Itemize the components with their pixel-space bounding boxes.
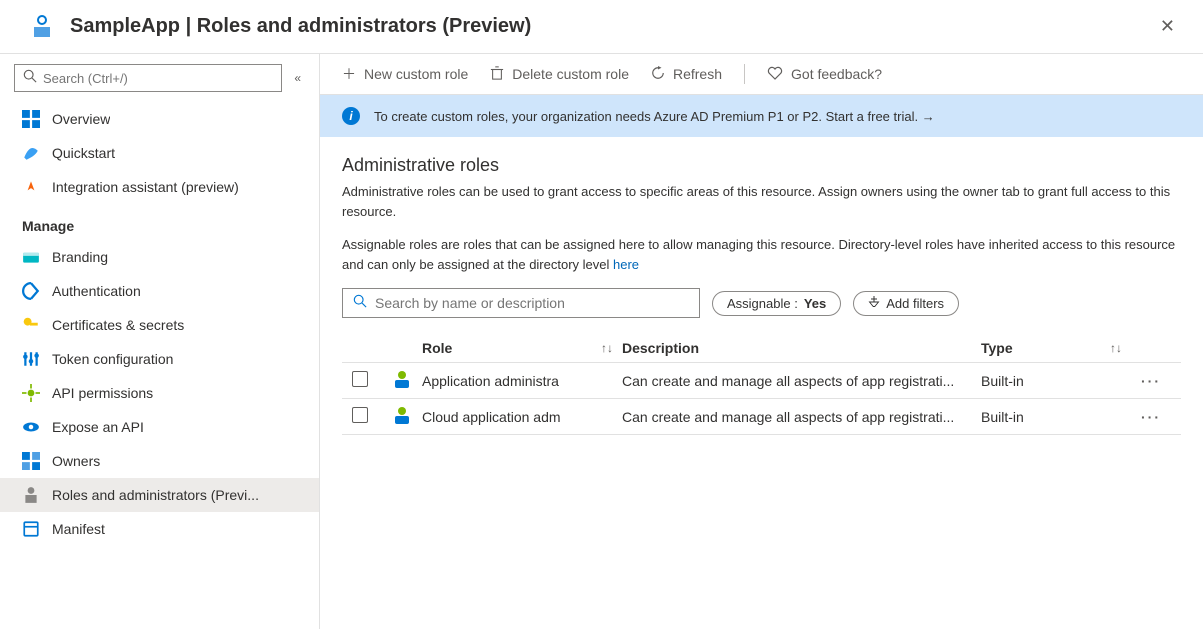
col-desc-header[interactable]: Description [622, 340, 699, 356]
main-content: ＋ New custom role Delete custom role Ref… [320, 54, 1203, 629]
sidebar-item-certificates[interactable]: Certificates & secrets [0, 308, 319, 342]
roles-grid: Role ↑↓ Description Type ↑↓ Application … [342, 334, 1181, 435]
row-checkbox[interactable] [352, 407, 368, 423]
refresh-icon [651, 66, 665, 83]
nav-label: API permissions [52, 385, 153, 401]
role-search[interactable] [342, 288, 700, 318]
sidebar-item-authentication[interactable]: Authentication [0, 274, 319, 308]
role-description: Can create and manage all aspects of app… [622, 373, 981, 389]
overview-icon [22, 110, 40, 128]
nav-label: Overview [52, 111, 110, 127]
table-row[interactable]: Cloud application adm Can create and man… [342, 399, 1181, 435]
btn-label: New custom role [364, 66, 468, 82]
nav-label: Owners [52, 453, 100, 469]
search-icon [353, 294, 367, 313]
sidebar-item-branding[interactable]: Branding [0, 240, 319, 274]
row-checkbox[interactable] [352, 371, 368, 387]
assignable-filter-pill[interactable]: Assignable : Yes [712, 291, 841, 316]
row-more-button[interactable]: ··· [1131, 373, 1171, 389]
new-custom-role-button[interactable]: ＋ New custom role [342, 64, 468, 84]
row-more-button[interactable]: ··· [1131, 409, 1171, 425]
sidebar-search-input[interactable] [43, 71, 273, 86]
table-row[interactable]: Application administra Can create and ma… [342, 363, 1181, 399]
search-icon [23, 69, 37, 88]
info-bar: i To create custom roles, your organizat… [320, 95, 1203, 137]
nav-label: Roles and administrators (Previ... [52, 487, 259, 503]
section-para2: Assignable roles are roles that can be a… [342, 235, 1181, 274]
sidebar-section-manage: Manage [0, 204, 319, 240]
toolbar: ＋ New custom role Delete custom role Ref… [320, 54, 1203, 95]
refresh-button[interactable]: Refresh [651, 66, 722, 83]
nav-label: Certificates & secrets [52, 317, 184, 333]
sidebar-item-overview[interactable]: Overview [0, 102, 319, 136]
btn-label: Refresh [673, 66, 722, 82]
app-logo-icon [30, 15, 54, 39]
nav-label: Branding [52, 249, 108, 265]
nav-label: Token configuration [52, 351, 173, 367]
role-type: Built-in [981, 409, 1101, 425]
plus-icon: ＋ [342, 64, 356, 84]
role-avatar-icon [392, 405, 422, 428]
btn-label: Delete custom role [512, 66, 629, 82]
token-icon [22, 350, 40, 368]
quickstart-icon [22, 144, 40, 162]
roles-icon [22, 486, 40, 504]
role-type: Built-in [981, 373, 1101, 389]
sidebar-item-roles-admins[interactable]: Roles and administrators (Previ... [0, 478, 319, 512]
btn-label: Got feedback? [791, 66, 882, 82]
delete-custom-role-button[interactable]: Delete custom role [490, 66, 629, 83]
pill-label: Assignable : [727, 296, 798, 311]
grid-header: Role ↑↓ Description Type ↑↓ [342, 334, 1181, 363]
owners-icon [22, 452, 40, 470]
col-type-header[interactable]: Type [981, 340, 1013, 356]
role-search-input[interactable] [375, 295, 689, 311]
sidebar-item-token-config[interactable]: Token configuration [0, 342, 319, 376]
section-title: Administrative roles [342, 155, 1181, 176]
role-avatar-icon [392, 369, 422, 392]
auth-icon [22, 282, 40, 300]
here-link[interactable]: here [613, 257, 639, 272]
page-title: SampleApp | Roles and administrators (Pr… [70, 15, 1152, 38]
sidebar-search[interactable] [14, 64, 282, 92]
pill-label: Add filters [886, 296, 944, 311]
para2-text: Assignable roles are roles that can be a… [342, 237, 1175, 272]
sort-icon[interactable]: ↑↓ [592, 341, 622, 355]
trash-icon [490, 66, 504, 83]
expose-api-icon [22, 418, 40, 436]
filter-icon [868, 296, 880, 311]
sidebar-item-manifest[interactable]: Manifest [0, 512, 319, 546]
sidebar-item-owners[interactable]: Owners [0, 444, 319, 478]
role-description: Can create and manage all aspects of app… [622, 409, 981, 425]
key-icon [22, 316, 40, 334]
rocket-icon [22, 178, 40, 196]
toolbar-separator [744, 64, 745, 84]
sidebar-item-quickstart[interactable]: Quickstart [0, 136, 319, 170]
manifest-icon [22, 520, 40, 538]
info-text: To create custom roles, your organizatio… [374, 109, 935, 124]
collapse-sidebar-button[interactable]: « [290, 67, 305, 89]
sidebar-item-expose-api[interactable]: Expose an API [0, 410, 319, 444]
api-perm-icon [22, 384, 40, 402]
add-filters-button[interactable]: Add filters [853, 291, 959, 316]
sidebar-item-api-permissions[interactable]: API permissions [0, 376, 319, 410]
sidebar: « Overview Quickstart Integration assist… [0, 54, 320, 629]
role-name: Application administra [422, 373, 592, 389]
heart-icon [767, 65, 783, 84]
nav-label: Quickstart [52, 145, 115, 161]
branding-icon [22, 248, 40, 266]
nav-label: Manifest [52, 521, 105, 537]
col-role-header[interactable]: Role [422, 340, 452, 356]
pill-value: Yes [804, 296, 826, 311]
section-para1: Administrative roles can be used to gran… [342, 182, 1181, 221]
blade-header: SampleApp | Roles and administrators (Pr… [0, 0, 1203, 54]
info-icon: i [342, 107, 360, 125]
nav-label: Expose an API [52, 419, 144, 435]
nav-label: Authentication [52, 283, 141, 299]
sort-icon[interactable]: ↑↓ [1101, 341, 1131, 355]
sidebar-item-integration-assistant[interactable]: Integration assistant (preview) [0, 170, 319, 204]
nav-label: Integration assistant (preview) [52, 179, 239, 195]
feedback-button[interactable]: Got feedback? [767, 65, 882, 84]
role-name: Cloud application adm [422, 409, 592, 425]
close-button[interactable]: ✕ [1152, 12, 1183, 41]
